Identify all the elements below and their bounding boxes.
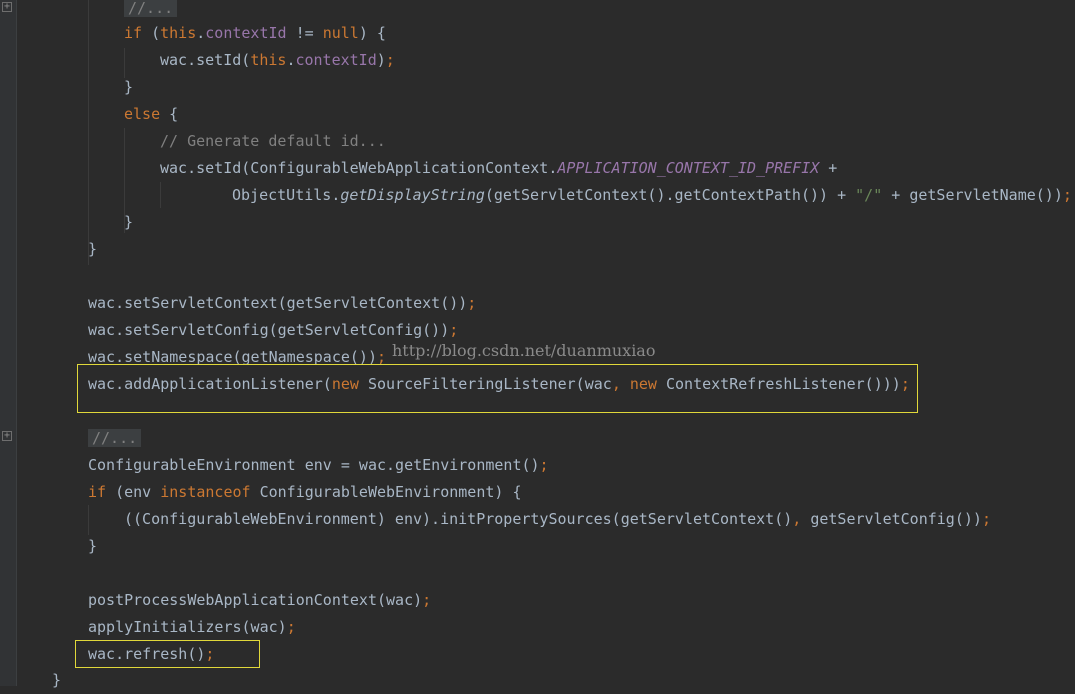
code-token: ConfigurableWebEnvironment) {	[250, 483, 522, 501]
code-token: APPLICATION_CONTEXT_ID_PREFIX	[557, 159, 820, 177]
code-token: null	[322, 24, 359, 42]
code-token: ;	[385, 51, 395, 69]
code-token: wac.setId(ConfigurableWebApplicationCont…	[160, 159, 558, 177]
code-token: if	[88, 483, 107, 501]
code-token: ;	[900, 375, 910, 393]
code-token: wac.setServletConfig(getServletConfig())	[88, 321, 450, 339]
code-token: new	[629, 375, 657, 393]
code-line-generate-id-comment[interactable]: // Generate default id...	[16, 128, 1075, 155]
code-line-object-utils-line[interactable]: ObjectUtils.getDisplayString(getServletC…	[16, 182, 1075, 209]
code-line-add-application-listener[interactable]: wac.addApplicationListener(new SourceFil…	[16, 371, 1075, 398]
code-line-post-process[interactable]: postProcessWebApplicationContext(wac);	[16, 587, 1075, 614]
code-token: ;	[286, 618, 296, 636]
code-token: ContextRefreshListener()))	[656, 375, 901, 393]
code-token: +	[819, 159, 838, 177]
code-line-set-servlet-context[interactable]: wac.setServletContext(getServletContext(…	[16, 290, 1075, 317]
code-line-if-context-id[interactable]: if (this.contextId != null) {	[16, 20, 1075, 47]
code-token: {	[160, 105, 179, 123]
code-token: //...	[124, 0, 178, 17]
code-token: ,	[611, 375, 630, 393]
code-token: wac.refresh()	[88, 645, 206, 663]
code-token: ;	[467, 294, 477, 312]
code-token: }	[88, 537, 98, 555]
code-token: if	[124, 24, 143, 42]
code-line-collapsed-comment-1[interactable]: //...	[16, 0, 1075, 22]
code-token: SourceFilteringListener(wac	[358, 375, 612, 393]
code-token: }	[124, 78, 134, 96]
code-token: ;	[422, 591, 432, 609]
code-token: }	[88, 240, 98, 258]
code-line-wac-refresh[interactable]: wac.refresh();	[16, 641, 1075, 668]
code-token: postProcessWebApplicationContext(wac)	[88, 591, 423, 609]
code-token: this	[250, 51, 287, 69]
code-token: wac.addApplicationListener(	[88, 375, 332, 393]
code-token: wac.setServletContext(getServletContext(…	[88, 294, 468, 312]
code-line-blank-2[interactable]	[16, 398, 1075, 425]
code-line-close-brace-if-env[interactable]: }	[16, 533, 1075, 560]
code-token: wac.setId(	[160, 51, 251, 69]
code-token: (	[142, 24, 161, 42]
code-token: getServletConfig())	[810, 510, 982, 528]
code-token: ;	[449, 321, 459, 339]
code-line-else-line[interactable]: else {	[16, 101, 1075, 128]
code-token: (env	[106, 483, 161, 501]
code-line-collapsed-comment-2[interactable]: //...	[16, 425, 1075, 452]
code-token: .	[196, 24, 206, 42]
code-token: ((ConfigurableWebEnvironment) env).initP…	[124, 510, 793, 528]
code-token: wac.setNamespace(getNamespace())	[88, 348, 377, 366]
code-token: ;	[376, 348, 387, 366]
code-token: ;	[1062, 186, 1072, 204]
watermark-text: http://blog.csdn.net/duanmuxiao	[392, 341, 656, 360]
editor-gutter: + +	[0, 0, 17, 686]
code-line-if-instanceof[interactable]: if (env instanceof ConfigurableWebEnviro…	[16, 479, 1075, 506]
code-token: // Generate default id...	[160, 132, 386, 150]
code-line-set-id-context-id[interactable]: wac.setId(this.contextId);	[16, 47, 1075, 74]
code-token: ,	[792, 510, 811, 528]
code-token: getDisplayString	[340, 186, 485, 204]
code-token: !=	[286, 24, 323, 42]
code-token: "/"	[855, 186, 883, 204]
code-token: //...	[88, 429, 142, 447]
code-token: applyInitializers(wac)	[88, 618, 287, 636]
code-line-set-id-prefix[interactable]: wac.setId(ConfigurableWebApplicationCont…	[16, 155, 1075, 182]
code-token: ObjectUtils.	[232, 186, 341, 204]
fold-plus-icon[interactable]: +	[2, 2, 12, 12]
code-token: )	[376, 51, 386, 69]
code-line-blank-1[interactable]	[16, 263, 1075, 290]
code-line-apply-initializers[interactable]: applyInitializers(wac);	[16, 614, 1075, 641]
code-token: new	[331, 375, 359, 393]
code-token: ;	[205, 645, 215, 663]
code-line-close-brace-outer[interactable]: }	[16, 236, 1075, 263]
code-line-close-brace-if[interactable]: }	[16, 74, 1075, 101]
code-line-close-brace-else[interactable]: }	[16, 209, 1075, 236]
code-token: else	[124, 105, 161, 123]
code-token: contextId	[295, 51, 377, 69]
code-token: (getServletContext().getContextPath()) +	[484, 186, 856, 204]
code-token: ) {	[358, 24, 386, 42]
fold-plus-icon[interactable]: +	[2, 431, 12, 441]
code-token: + getServletName())	[882, 186, 1063, 204]
code-line-blank-3[interactable]	[16, 560, 1075, 587]
code-line-get-environment[interactable]: ConfigurableEnvironment env = wac.getEnv…	[16, 452, 1075, 479]
code-token: ConfigurableEnvironment env = wac.getEnv…	[88, 456, 540, 474]
code-token: ;	[981, 510, 991, 528]
code-line-set-servlet-config[interactable]: wac.setServletConfig(getServletConfig())…	[16, 317, 1075, 344]
code-token: instanceof	[160, 483, 251, 501]
code-token: ;	[539, 456, 549, 474]
code-token: this	[160, 24, 197, 42]
code-line-init-property-sources[interactable]: ((ConfigurableWebEnvironment) env).initP…	[16, 506, 1075, 533]
method-closing-brace: }	[52, 671, 62, 689]
code-token: contextId	[205, 24, 287, 42]
code-token: }	[124, 213, 134, 231]
